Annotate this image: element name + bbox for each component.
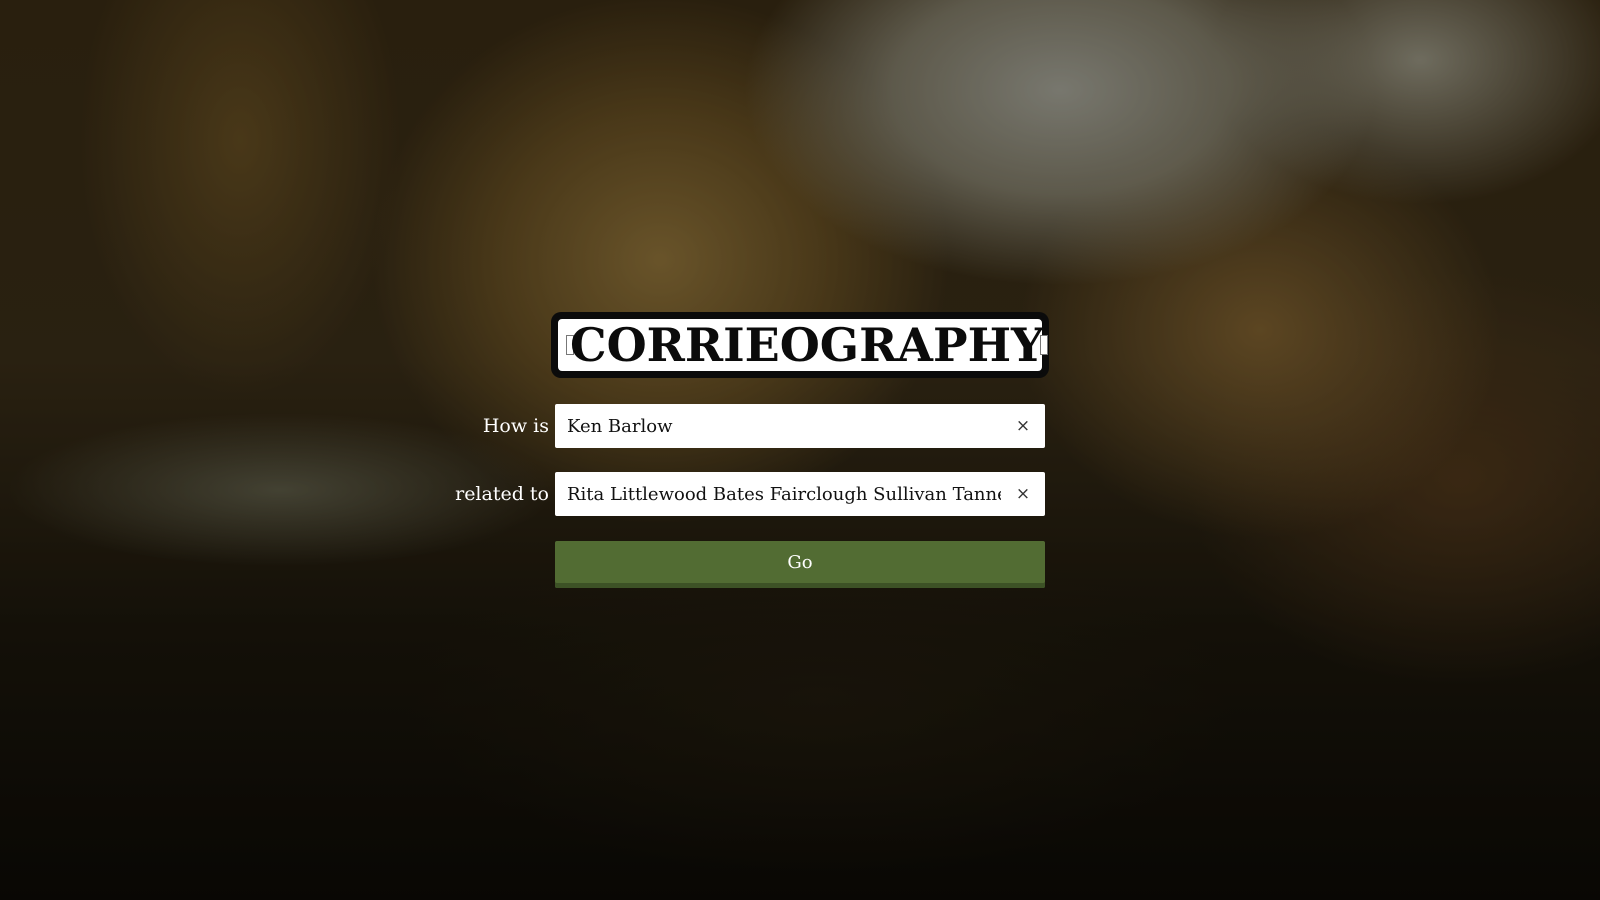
clear-first-person-close-icon[interactable]: × bbox=[1011, 414, 1035, 438]
clear-second-person-close-icon[interactable]: × bbox=[1011, 482, 1035, 506]
logo-plate: CORRIEOGRAPHY bbox=[555, 316, 1045, 374]
logo-sign: CORRIEOGRAPHY bbox=[551, 312, 1049, 378]
first-person-row: How is Ken Barlow × bbox=[0, 404, 1600, 448]
page: CORRIEOGRAPHY How is Ken Barlow × relate… bbox=[0, 0, 1600, 900]
second-person-input[interactable]: Rita Littlewood Bates Fairclough Sulliva… bbox=[555, 472, 1045, 516]
logo-text: CORRIEOGRAPHY bbox=[570, 318, 1044, 372]
go-button[interactable]: Go bbox=[555, 541, 1045, 588]
second-person-row: related to Rita Littlewood Bates Fairclo… bbox=[0, 472, 1600, 516]
first-person-label: How is bbox=[482, 415, 549, 437]
background-overlay bbox=[0, 0, 1600, 900]
second-person-value: Rita Littlewood Bates Fairclough Sulliva… bbox=[567, 483, 1001, 505]
first-person-value: Ken Barlow bbox=[567, 415, 673, 437]
second-person-label: related to bbox=[455, 483, 549, 505]
first-person-input[interactable]: Ken Barlow × bbox=[555, 404, 1045, 448]
